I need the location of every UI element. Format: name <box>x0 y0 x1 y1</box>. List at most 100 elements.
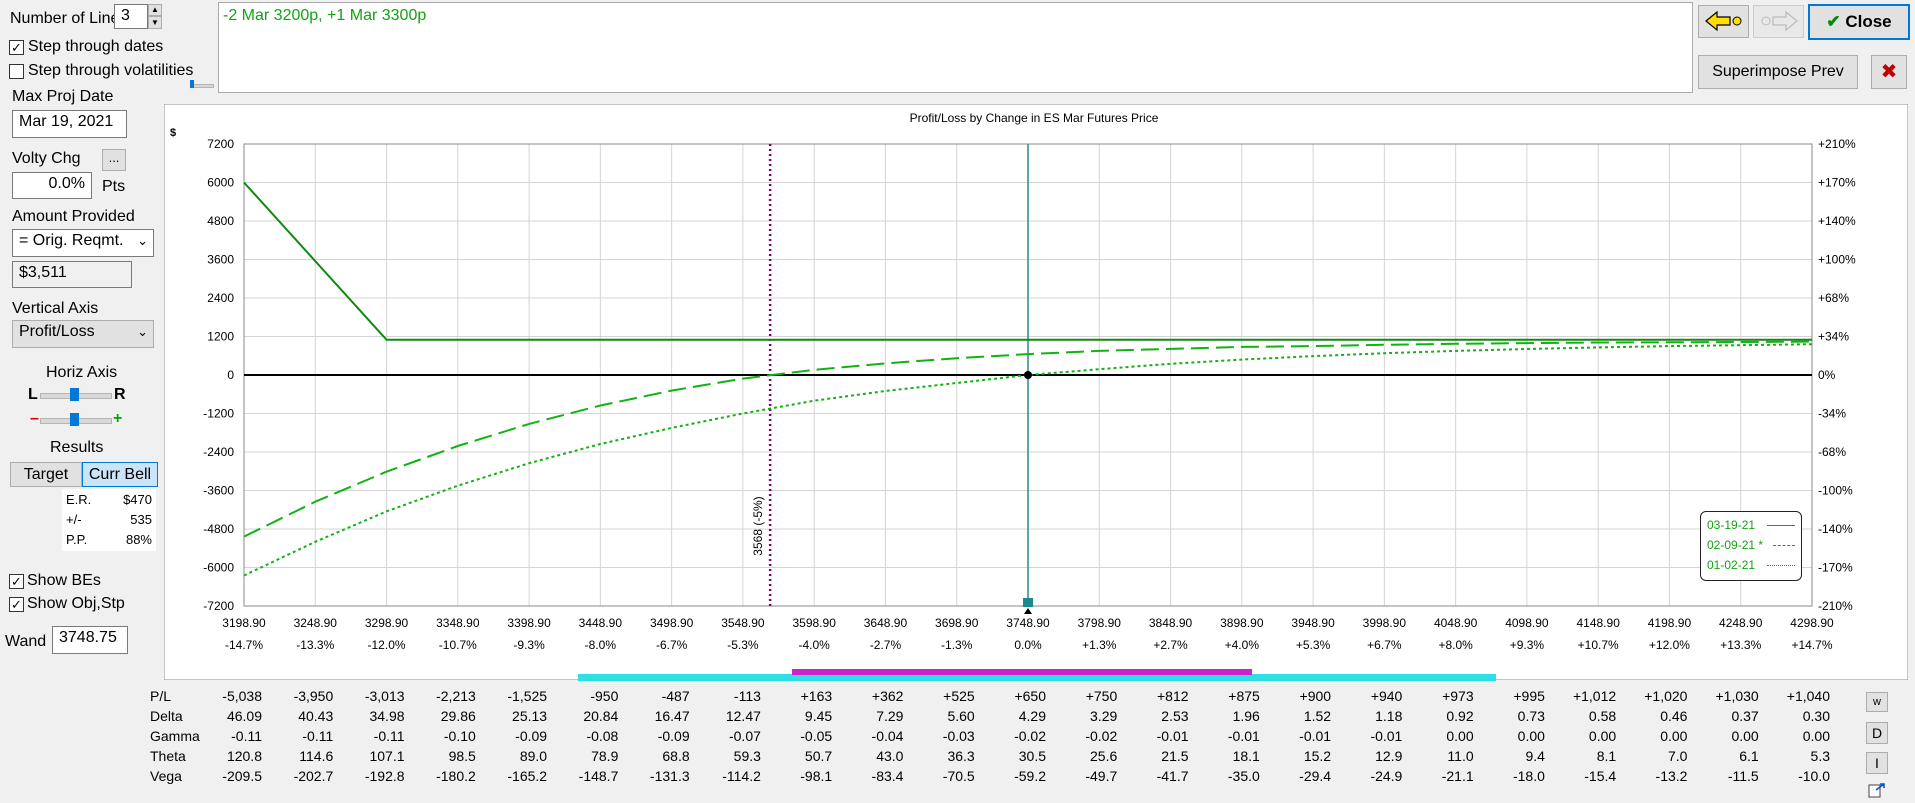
table-cell: 78.9 <box>591 748 619 764</box>
volty-more-button[interactable]: ... <box>102 149 126 171</box>
x-pct-label: -12.0% <box>368 638 406 652</box>
table-cell: 43.0 <box>876 748 904 764</box>
prev-button[interactable] <box>1698 5 1749 38</box>
num-lines-up[interactable]: ▲ <box>148 4 162 16</box>
position-text-area[interactable]: -2 Mar 3200p, +1 Mar 3300p <box>218 2 1693 93</box>
table-cell: -35.0 <box>1227 768 1260 784</box>
x-tick-label: 3998.90 <box>1363 616 1407 630</box>
pm-label: +/- <box>66 512 82 527</box>
vol-step-thumb[interactable] <box>190 80 194 88</box>
table-cell: 29.86 <box>440 708 476 724</box>
zoom-plus-label: + <box>113 410 123 427</box>
table-cell: 0.37 <box>1731 708 1759 724</box>
x-tick-label: 3248.90 <box>294 616 338 630</box>
y-tick-label: 1200 <box>207 330 234 344</box>
chevron-down-icon: ⌄ <box>137 233 148 248</box>
side-button-d[interactable]: D <box>1866 722 1888 744</box>
y-tick-label-right: -140% <box>1818 522 1853 536</box>
table-cell: 0.73 <box>1517 708 1545 724</box>
x-pct-label: -10.7% <box>439 638 477 652</box>
chart-legend: 03-19-21 02-09-21 * 01-02-21 <box>1700 511 1802 581</box>
table-cell: 46.09 <box>226 708 262 724</box>
table-cell: 120.8 <box>226 748 262 764</box>
table-cell: -5,038 <box>222 688 262 704</box>
arrow-left-icon <box>1704 10 1741 32</box>
y-tick-label-right: +100% <box>1818 253 1856 267</box>
x-tick-label: 3548.90 <box>721 616 765 630</box>
horiz-zoom-thumb[interactable] <box>70 413 79 426</box>
x-pct-label: -9.3% <box>513 638 545 652</box>
er-value: $470 <box>123 492 152 507</box>
y-tick-label: -6000 <box>203 561 234 575</box>
table-cell: -0.11 <box>373 728 405 744</box>
x-pct-label: +2.7% <box>1153 638 1188 652</box>
table-cell: 0.30 <box>1802 708 1830 724</box>
step-dates-checkbox[interactable]: ✓ <box>9 40 24 55</box>
delete-x-button[interactable]: ✖ <box>1871 55 1907 89</box>
table-cell: 2.53 <box>1161 708 1189 724</box>
table-cell: 1.18 <box>1375 708 1403 724</box>
amount-provided-select[interactable]: = Orig. Reqmt. ⌄ <box>12 229 154 257</box>
table-cell: 5.60 <box>947 708 975 724</box>
next-button[interactable] <box>1753 5 1804 38</box>
x-pct-label: +14.7% <box>1791 638 1832 652</box>
x-tick-label: 3198.90 <box>222 616 266 630</box>
show-bes-checkbox[interactable]: ✓ <box>9 574 24 589</box>
x-tick-label: 4298.90 <box>1790 616 1834 630</box>
legend-line-dotted <box>1767 565 1795 566</box>
table-cell: -0.09 <box>657 728 690 744</box>
table-cell: 3.29 <box>1090 708 1118 724</box>
pp-value: 88% <box>125 532 152 547</box>
step-vols-checkbox[interactable] <box>9 64 24 79</box>
table-cell: 9.4 <box>1525 748 1545 764</box>
y-tick-label: -2400 <box>203 445 234 459</box>
table-cell: 0.00 <box>1660 728 1688 744</box>
close-button[interactable]: ✔ Close <box>1808 4 1910 40</box>
side-button-i[interactable]: I <box>1866 752 1888 774</box>
table-cell: 16.47 <box>654 708 690 724</box>
table-cell: 50.7 <box>804 748 833 764</box>
x-tick-label: 3398.90 <box>507 616 551 630</box>
table-cell: +995 <box>1513 688 1545 704</box>
table-cell: -3,013 <box>364 688 405 704</box>
y-tick-label: 0 <box>227 368 234 382</box>
table-cell: 11.0 <box>1447 748 1474 764</box>
x-tick-label: 3748.90 <box>1006 616 1050 630</box>
table-row: Delta 46.09 40.43 34.98 29.86 25.13 20.84 16.47… <box>140 708 1860 728</box>
table-cell: 89.0 <box>519 748 548 764</box>
table-cell: +812 <box>1156 688 1189 704</box>
table-cell: 1.96 <box>1232 708 1260 724</box>
num-lines-down[interactable]: ▼ <box>148 16 162 29</box>
table-cell: -113 <box>733 688 761 704</box>
max-proj-date-input[interactable]: Mar 19, 2021 <box>12 110 127 138</box>
vertical-axis-select[interactable]: Profit/Loss ⌄ <box>12 320 154 348</box>
table-cell: 12.9 <box>1375 748 1403 764</box>
table-cell: -165.2 <box>507 768 548 784</box>
table-row: Gamma -0.11 -0.11 -0.11 -0.10 -0.09 -0.08 -0.09… <box>140 728 1860 748</box>
x-tick-label: 3798.90 <box>1078 616 1122 630</box>
num-lines-input[interactable]: 3 <box>114 4 148 29</box>
x-pct-label: -6.7% <box>656 638 688 652</box>
horiz-pan-thumb[interactable] <box>70 388 79 401</box>
x-pct-label: +5.3% <box>1296 638 1331 652</box>
superimpose-button[interactable]: Superimpose Prev <box>1698 55 1858 89</box>
curr-bell-button[interactable]: Curr Bell <box>82 462 158 487</box>
amount-provided-label: Amount Provided <box>12 208 135 225</box>
table-cell: -0.07 <box>728 728 761 744</box>
table-cell: -0.11 <box>302 728 334 744</box>
vertical-axis-value: Profit/Loss <box>19 323 95 340</box>
show-obj-checkbox[interactable]: ✓ <box>9 597 24 612</box>
x-pct-label: -14.7% <box>225 638 263 652</box>
target-button[interactable]: Target <box>10 462 82 487</box>
table-cell: 98.5 <box>448 748 476 764</box>
table-cell: 20.84 <box>583 708 619 724</box>
x-pct-label: -4.0% <box>799 638 831 652</box>
y-tick-label: -3600 <box>203 484 234 498</box>
volty-chg-input[interactable]: 0.0% <box>12 172 92 199</box>
table-cell: 25.6 <box>1090 748 1118 764</box>
table-cell: 7.29 <box>876 708 904 724</box>
wand-input[interactable]: 3748.75 <box>52 626 128 654</box>
table-cell: -11.5 <box>1727 768 1759 784</box>
side-button-w[interactable]: w <box>1866 692 1888 712</box>
export-icon[interactable] <box>1868 782 1886 798</box>
